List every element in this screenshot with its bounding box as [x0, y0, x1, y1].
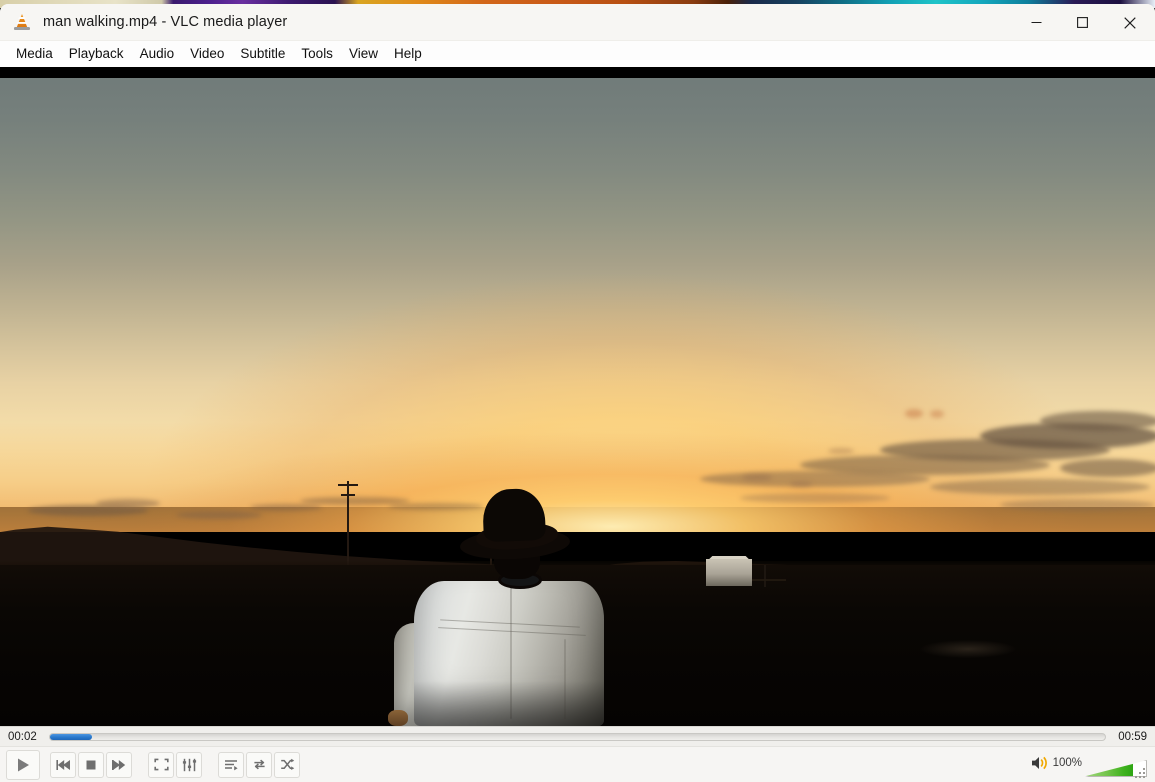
cloud: [700, 471, 930, 487]
fullscreen-button[interactable]: [148, 751, 174, 778]
playlist-button[interactable]: [218, 751, 244, 778]
stop-button[interactable]: [78, 751, 104, 778]
man-figure: [378, 485, 628, 726]
cloud: [905, 409, 923, 418]
cloud: [930, 479, 1150, 495]
cloud: [96, 499, 160, 508]
window-controls: [1013, 4, 1155, 41]
menu-bar: Media Playback Audio Video Subtitle Tool…: [0, 41, 1155, 67]
video-surface[interactable]: [0, 67, 1155, 726]
menu-item-playback[interactable]: Playback: [61, 44, 132, 64]
vlc-cone-icon: [13, 13, 31, 31]
shuffle-button[interactable]: [274, 751, 300, 778]
seek-bar-row: 00:02 00:59: [0, 726, 1155, 746]
fence-rail: [752, 579, 786, 581]
next-button[interactable]: [106, 751, 132, 778]
cloud: [742, 474, 772, 481]
seek-slider[interactable]: [48, 732, 1107, 741]
volume-controls: 100%: [1031, 749, 1147, 779]
man-hand: [388, 710, 408, 726]
man-shirt-shadow: [414, 681, 604, 726]
cloud: [1060, 459, 1155, 477]
cloud: [176, 511, 262, 519]
play-button[interactable]: [6, 749, 40, 780]
cloud: [790, 481, 812, 487]
utility-pole-crossarm: [341, 494, 355, 496]
cloud: [740, 493, 890, 503]
white-shed: [706, 559, 752, 586]
cloud: [1000, 499, 1155, 511]
menu-item-help[interactable]: Help: [386, 44, 430, 64]
cloud: [828, 448, 854, 454]
fence-post: [764, 565, 766, 587]
resize-grip[interactable]: [1132, 765, 1145, 778]
loop-button[interactable]: [246, 751, 272, 778]
vlc-main-window: man walking.mp4 - VLC media player Media…: [0, 4, 1155, 782]
seek-progress-fill: [49, 733, 92, 740]
cloud: [930, 410, 944, 418]
equalizer-button[interactable]: [176, 751, 202, 778]
close-button[interactable]: [1105, 4, 1155, 41]
menu-item-view[interactable]: View: [341, 44, 386, 64]
title-bar: man walking.mp4 - VLC media player: [0, 4, 1155, 41]
previous-button[interactable]: [50, 751, 76, 778]
speaker-icon[interactable]: [1031, 755, 1049, 776]
menu-item-media[interactable]: Media: [8, 44, 61, 64]
cloud: [250, 504, 322, 511]
controls-bar: 100%: [0, 746, 1155, 782]
utility-pole-crossarm: [338, 484, 358, 486]
minimize-button[interactable]: [1013, 4, 1059, 41]
menu-item-tools[interactable]: Tools: [293, 44, 341, 64]
volume-fill: [1086, 763, 1133, 776]
foreground-rock: [920, 640, 1016, 658]
letterbox-bar: [0, 67, 1155, 78]
total-time: 00:59: [1118, 730, 1147, 743]
menu-item-subtitle[interactable]: Subtitle: [232, 44, 293, 64]
cloud: [1040, 411, 1155, 431]
cowboy-hat-crown: [482, 487, 546, 543]
maximize-button[interactable]: [1059, 4, 1105, 41]
volume-percent-label: 100%: [1052, 757, 1082, 769]
menu-item-audio[interactable]: Audio: [132, 44, 183, 64]
menu-item-video[interactable]: Video: [182, 44, 232, 64]
elapsed-time: 00:02: [8, 730, 37, 743]
window-title: man walking.mp4 - VLC media player: [43, 14, 288, 30]
